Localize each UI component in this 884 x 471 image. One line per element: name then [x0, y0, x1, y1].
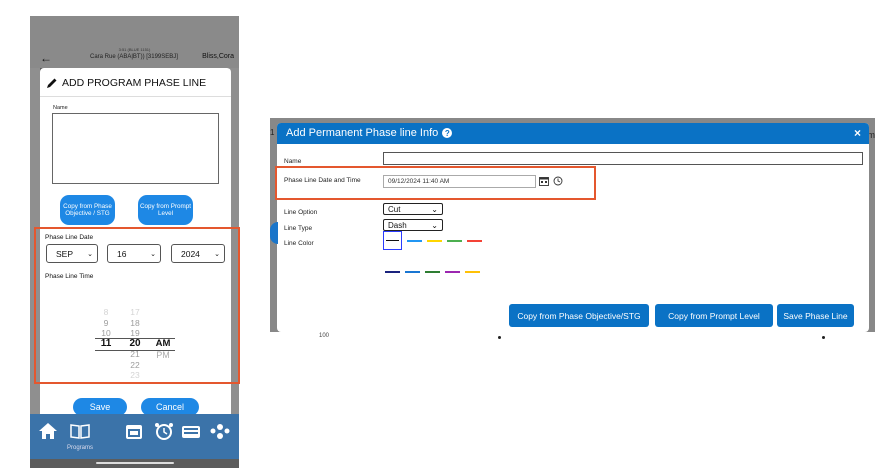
chevron-down-icon: ⌄: [431, 204, 438, 214]
help-icon[interactable]: ?: [442, 128, 453, 138]
background-text-left: 1: [270, 128, 275, 137]
modal-title-text: Add Permanent Phase line Info: [286, 127, 439, 139]
chevron-down-icon: ⌄: [431, 220, 438, 230]
dialog-title-text: ADD PROGRAM PHASE LINE: [62, 77, 207, 89]
desktop-screen: 1 m Add Permanent Phase line Info ? × Na…: [270, 118, 875, 342]
line-type-label: Line Type: [284, 225, 313, 232]
line-option-value: Cut: [388, 204, 401, 214]
line-type-select[interactable]: Dash ⌄: [383, 219, 443, 231]
back-arrow-icon[interactable]: ←: [40, 52, 52, 64]
color-swatch-selected[interactable]: [383, 231, 402, 250]
copy-from-prompt-level-button[interactable]: Copy from Prompt Level: [138, 195, 193, 225]
color-swatch[interactable]: [425, 271, 440, 273]
name-label: Name: [284, 158, 302, 165]
highlight-box-date-time: [34, 227, 240, 384]
home-indicator: [96, 462, 174, 464]
home-icon[interactable]: [36, 420, 60, 442]
header-client-name: Bliss,Cora: [202, 53, 234, 60]
name-textarea[interactable]: [52, 113, 219, 184]
chart-strip-below-modal: [270, 332, 875, 342]
mobile-header: ← 3:51 (BLUE 1151) Cara Rue (ABA|BT)) [3…: [30, 16, 239, 68]
chart-point: [498, 336, 501, 339]
close-icon[interactable]: ×: [854, 126, 861, 140]
keyboard-icon[interactable]: [179, 420, 203, 442]
side-panel-tab[interactable]: [270, 222, 278, 244]
chart-point: [822, 336, 825, 339]
copy-from-phase-objective-button[interactable]: Copy from Phase Objective / STG: [60, 195, 115, 225]
color-swatch[interactable]: [465, 271, 480, 273]
color-swatch[interactable]: [445, 271, 460, 273]
header-session-info: 3:51 (BLUE 1151): [118, 47, 151, 52]
copy-from-prompt-level-button[interactable]: Copy from Prompt Level: [655, 304, 773, 327]
pencil-icon: [47, 78, 57, 88]
line-option-select[interactable]: Cut ⌄: [383, 203, 443, 215]
title-divider: [40, 96, 231, 97]
line-type-value: Dash: [388, 220, 407, 230]
color-swatch[interactable]: [407, 240, 422, 242]
modal-title: Add Permanent Phase line Info ?: [286, 127, 453, 139]
bottom-nav-bar: Programs: [30, 414, 239, 459]
add-permanent-phase-line-modal: Add Permanent Phase line Info ? × Name P…: [277, 123, 869, 332]
programs-label: Programs: [66, 445, 93, 451]
team-icon[interactable]: [208, 420, 232, 442]
calendar-icon[interactable]: [122, 420, 146, 442]
highlight-box-date-time: [275, 166, 596, 200]
alarm-icon[interactable]: [152, 420, 176, 442]
save-phase-line-button[interactable]: Save Phase Line: [777, 304, 854, 327]
screenshot-stage: ← 3:51 (BLUE 1151) Cara Rue (ABA|BT)) [3…: [0, 0, 884, 471]
name-input[interactable]: [383, 152, 863, 165]
color-swatch[interactable]: [405, 271, 420, 273]
line-option-label: Line Option: [284, 209, 318, 216]
modal-header: Add Permanent Phase line Info ? ×: [277, 123, 869, 144]
dialog-title: ADD PROGRAM PHASE LINE: [46, 76, 206, 90]
color-swatch[interactable]: [467, 240, 482, 242]
line-color-label: Line Color: [284, 240, 314, 247]
chart-axis-value: 100: [319, 333, 330, 339]
color-swatch[interactable]: [427, 240, 442, 242]
header-therapist-info: Cara Rue (ABA|BT)) [3199SEBJ]: [90, 54, 178, 60]
name-label: Name: [53, 105, 68, 111]
color-swatch[interactable]: [447, 240, 462, 242]
selected-color-line: [386, 240, 399, 242]
copy-from-phase-objective-button[interactable]: Copy from Phase Objective/STG: [509, 304, 649, 327]
programs-icon[interactable]: [68, 420, 92, 442]
color-swatch[interactable]: [385, 271, 400, 273]
